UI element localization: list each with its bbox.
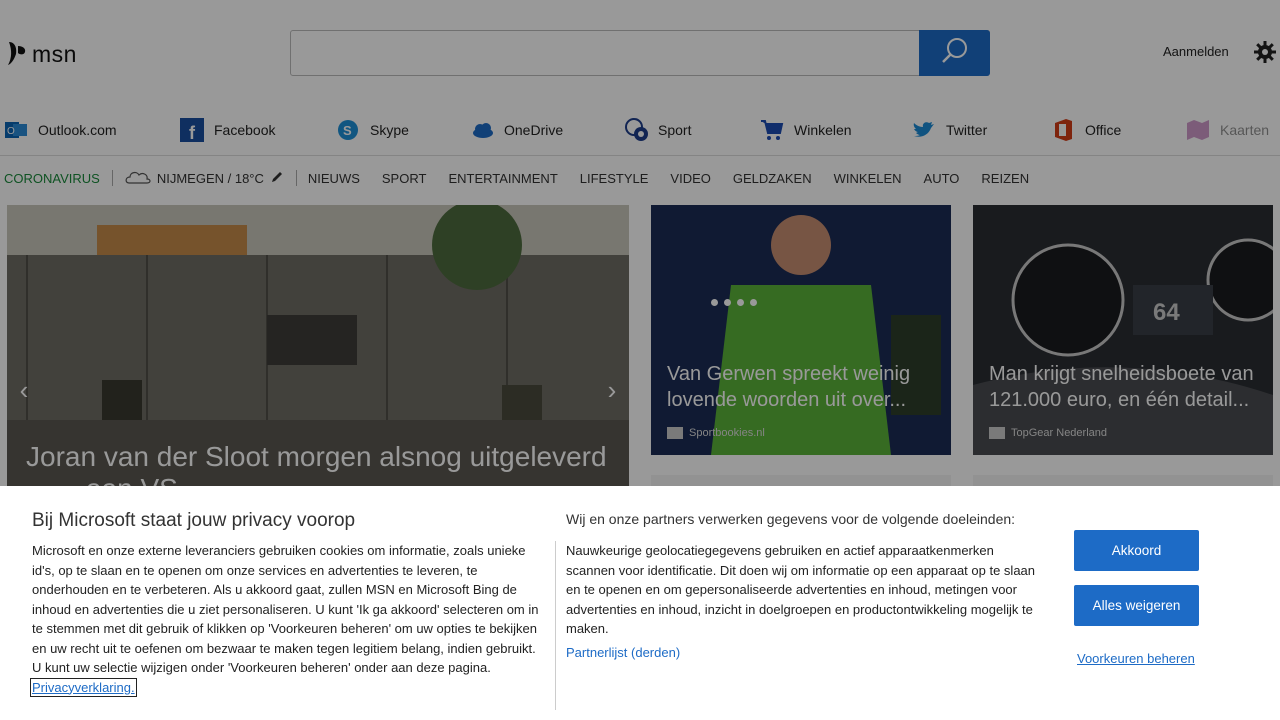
banner-body: Microsoft en onze externe leveranciers g… [30, 541, 547, 697]
purposes-text: Nauwkeurige geolocatiegegevens gebruiken… [566, 543, 1036, 636]
reject-all-button[interactable]: Alles weigeren [1074, 585, 1199, 626]
banner-divider [555, 541, 556, 710]
partner-list-link[interactable]: Partnerlijst (derden) [566, 645, 680, 660]
msn-homepage: msn Aanmelden O Outlook.com f Facebook S… [0, 0, 1280, 720]
banner-body-text: Microsoft en onze externe leveranciers g… [32, 543, 539, 675]
privacy-consent-banner: Bij Microsoft staat jouw privacy voorop … [0, 486, 1280, 720]
purposes-heading: Wij en onze partners verwerken gegevens … [566, 511, 1016, 527]
banner-title: Bij Microsoft staat jouw privacy voorop [32, 510, 356, 531]
manage-preferences-link[interactable]: Voorkeuren beheren [1077, 651, 1195, 666]
accept-button[interactable]: Akkoord [1074, 530, 1199, 571]
privacy-statement-link[interactable]: Privacyverklaring. [30, 677, 137, 697]
